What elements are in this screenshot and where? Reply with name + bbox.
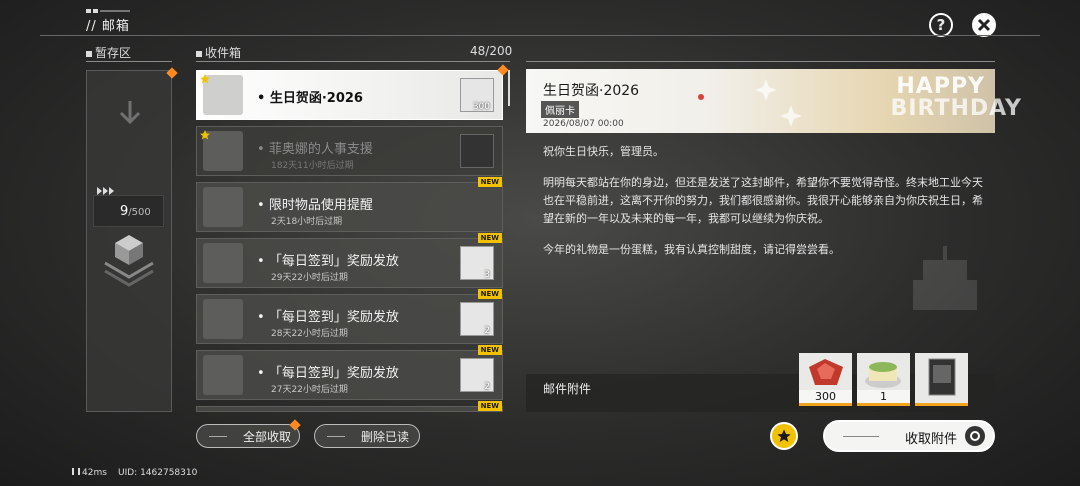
question-icon: ? [936, 16, 946, 34]
mail-item-partial[interactable]: NEW [196, 401, 503, 412]
scrollbar-thumb[interactable] [508, 70, 510, 106]
temp-storage-panel[interactable] [86, 70, 172, 412]
mail-paragraph: 明明每天都站在你的身边，但还是发送了这封邮件，希望你不要觉得奇怪。终末地工业今天… [543, 176, 983, 225]
mail-item[interactable]: • 菲奥娜的人事支援 182天11小时后过期 [196, 126, 503, 176]
collect-all-button[interactable]: 全部收取 [196, 424, 300, 448]
inbox-title: 收件箱 [205, 46, 242, 60]
delete-read-label: 删除已读 [361, 429, 410, 444]
mail-item[interactable]: • 生日贺函·2026 300 [196, 70, 503, 120]
help-button[interactable]: ? [929, 13, 953, 37]
mail-reward-qty: 3 [484, 270, 490, 280]
close-button[interactable] [972, 13, 996, 37]
button-dash [209, 435, 227, 437]
mail-reward-qty: 300 [472, 102, 490, 112]
star-icon [200, 130, 210, 140]
mail-thumbnail [203, 355, 243, 395]
mail-reward-qty: 2 [484, 326, 490, 336]
mail-thumbnail [203, 187, 243, 227]
button-dash [843, 436, 879, 437]
mail-paragraph: 祝你生日快乐，管理员。 [543, 145, 664, 158]
button-dash [327, 435, 345, 437]
header-divider [40, 35, 1040, 36]
star-icon [200, 74, 210, 84]
mail-title: 生日贺函·2026 [543, 83, 640, 99]
attachment-qty: 1 [857, 390, 910, 403]
mail-subject: • 生日贺函·2026 [257, 91, 363, 106]
mail-item[interactable]: • 「每日签到」奖励发放 27天22小时后过期 2 NEW [196, 345, 503, 400]
down-arrow-icon [119, 101, 141, 125]
collect-all-label: 全部收取 [243, 429, 292, 444]
banner-birthday-text: BIRTHDAY [890, 96, 1022, 121]
mail-thumbnail [203, 299, 243, 339]
star-icon [777, 429, 791, 442]
header-decoration [86, 9, 130, 13]
collect-attachments-label: 收取附件 [905, 432, 958, 447]
mail-reward-qty: 2 [484, 382, 490, 392]
new-badge: NEW [477, 345, 502, 355]
cake-item-icon [865, 362, 901, 388]
mail-expiry: 28天22小时后过期 [271, 329, 348, 339]
mail-expiry: 29天22小时后过期 [271, 273, 348, 283]
user-uid: UID: 1462758310 [118, 468, 198, 478]
delete-read-button[interactable]: 删除已读 [314, 424, 420, 448]
signal-icon [72, 468, 80, 475]
mail-subject: • 「每日签到」奖励发放 [257, 310, 399, 325]
new-badge: NEW [477, 177, 502, 187]
fast-forward-icon [97, 187, 114, 195]
mail-date: 2026/08/07 00:00 [543, 119, 624, 129]
read-check-icon [460, 134, 494, 168]
attachments-label: 邮件附件 [543, 382, 592, 396]
mail-subject: • 菲奥娜的人事支援 [257, 142, 373, 157]
inbox-count: 48/200 [470, 44, 513, 58]
section-marker [86, 51, 92, 57]
temp-storage-count: 9/500 [120, 204, 151, 219]
temp-storage-divider [86, 61, 172, 62]
mail-expiry: 27天22小时后过期 [271, 385, 348, 395]
mail-expiry: 182天11小时后过期 [271, 161, 354, 171]
mail-subject: • 限时物品使用提醒 [257, 198, 373, 213]
attachment-qty: 300 [799, 390, 852, 403]
mail-expiry: 2天18小时后过期 [271, 217, 343, 227]
collect-attachments-button[interactable]: 收取附件 [823, 420, 995, 452]
mail-item[interactable]: • 「每日签到」奖励发放 29天22小时后过期 3 NEW [196, 233, 503, 288]
new-badge: NEW [477, 401, 502, 411]
gem-item-icon [809, 359, 843, 385]
cake-watermark-icon [913, 246, 977, 310]
temp-storage-title: 暂存区 [95, 46, 132, 60]
detail-divider [526, 61, 995, 62]
mail-subject: • 「每日签到」奖励发放 [257, 254, 399, 269]
confirm-icon [965, 426, 985, 446]
mail-thumbnail [203, 243, 243, 283]
favorite-button[interactable] [770, 422, 798, 450]
attachment-item[interactable] [915, 353, 968, 406]
attachment-item[interactable]: 300 [799, 353, 852, 406]
new-badge: NEW [477, 289, 502, 299]
page-title: // 邮箱 [86, 19, 130, 34]
inbox-label: 收件箱 [196, 44, 241, 61]
new-badge: NEW [477, 233, 502, 243]
mail-item[interactable]: • 限时物品使用提醒 2天18小时后过期 NEW [196, 177, 503, 232]
temp-storage-label: 暂存区 [86, 44, 131, 61]
storage-box-icon [104, 235, 154, 287]
section-marker [196, 51, 202, 57]
network-ping: 42ms [72, 468, 107, 478]
mail-item[interactable]: • 「每日签到」奖励发放 28天22小时后过期 2 NEW [196, 289, 503, 344]
attachment-item[interactable]: 1 [857, 353, 910, 406]
inbox-divider [196, 61, 510, 62]
sender-badge: 佩丽卡 [541, 101, 579, 118]
close-icon [977, 18, 991, 32]
card-item-icon [928, 358, 956, 396]
mail-subject: • 「每日签到」奖励发放 [257, 366, 399, 381]
